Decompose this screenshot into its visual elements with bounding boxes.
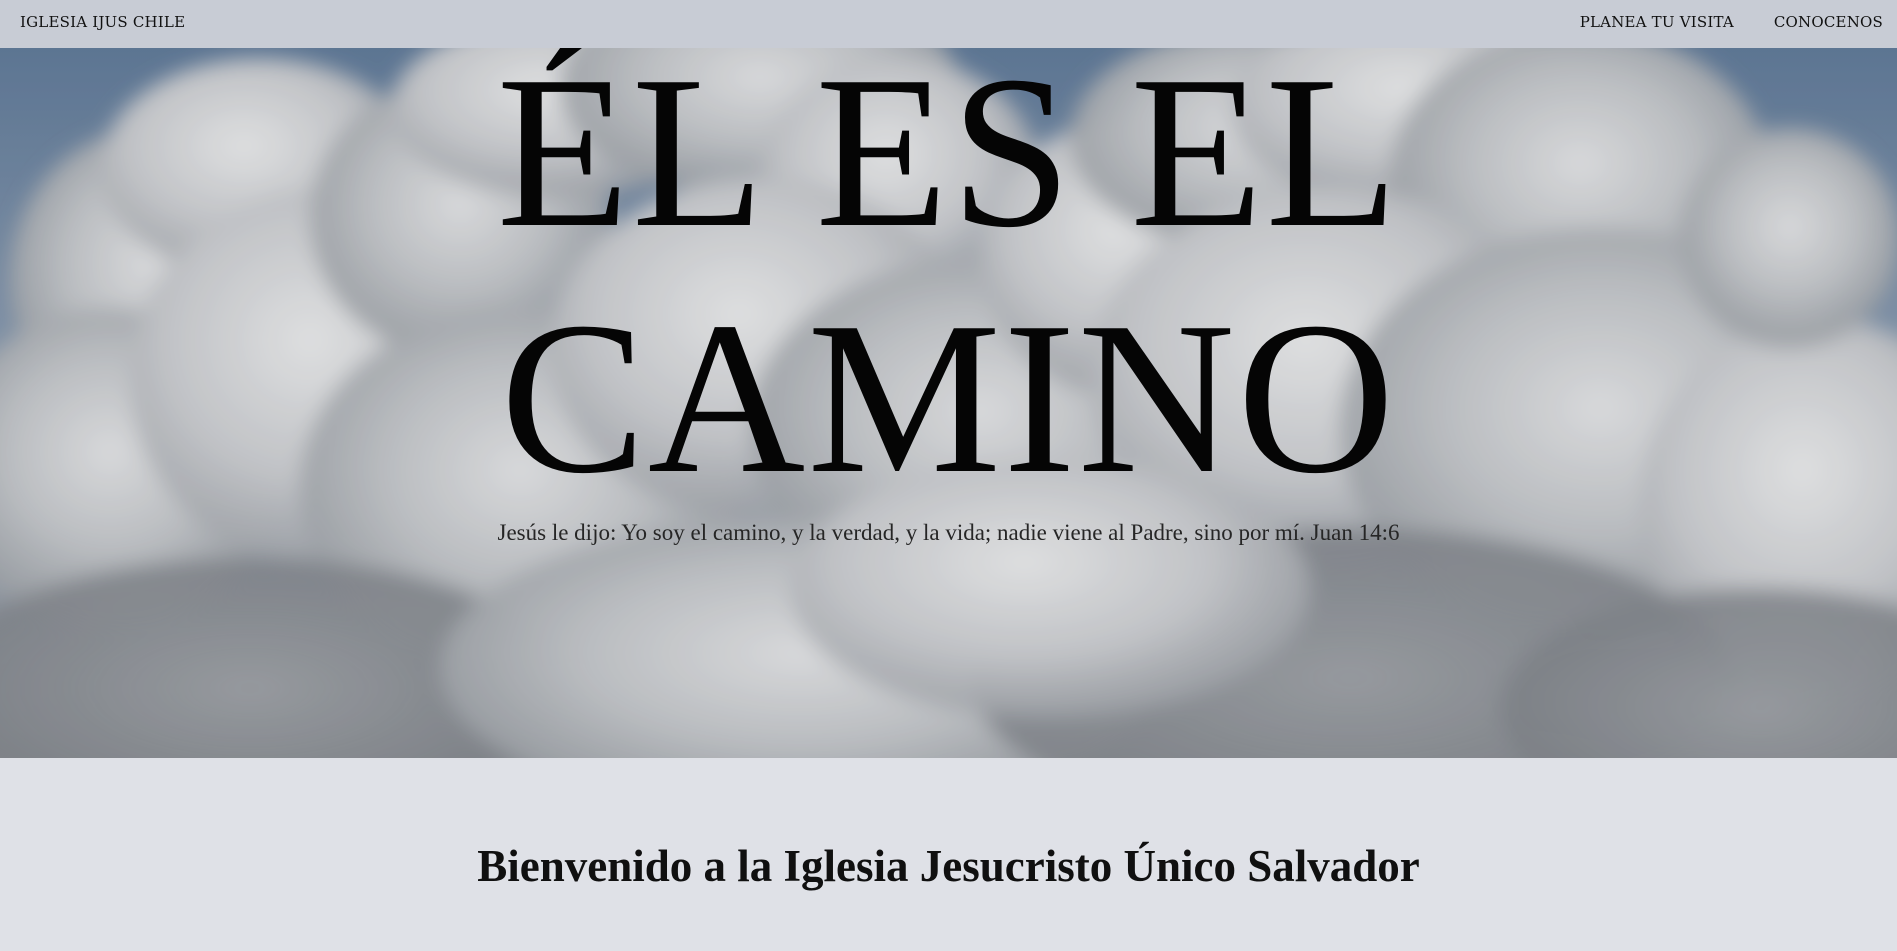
- hero-title-line-2: CAMINO: [500, 278, 1397, 519]
- brand-link[interactable]: IGLESIA IJUS CHILE: [20, 13, 185, 31]
- nav-links: PLANEA TU VISITA CONOCENOS: [1580, 13, 1883, 31]
- hero-section: ÉL ES EL CAMINO Jesús le dijo: Yo soy el…: [0, 48, 1897, 758]
- hero-title: ÉL ES EL CAMINO: [0, 48, 1897, 522]
- nav-link-planea-tu-visita[interactable]: PLANEA TU VISITA: [1580, 13, 1734, 31]
- nav-link-conocenos[interactable]: CONOCENOS: [1774, 13, 1883, 31]
- hero-title-line-1: ÉL ES EL: [496, 48, 1401, 273]
- hero-verse: Jesús le dijo: Yo soy el camino, y la ve…: [497, 520, 1400, 545]
- top-navbar: IGLESIA IJUS CHILE PLANEA TU VISITA CONO…: [0, 0, 1897, 48]
- welcome-section: Bienvenido a la Iglesia Jesucristo Único…: [0, 758, 1897, 951]
- welcome-title: Bienvenido a la Iglesia Jesucristo Único…: [477, 841, 1420, 891]
